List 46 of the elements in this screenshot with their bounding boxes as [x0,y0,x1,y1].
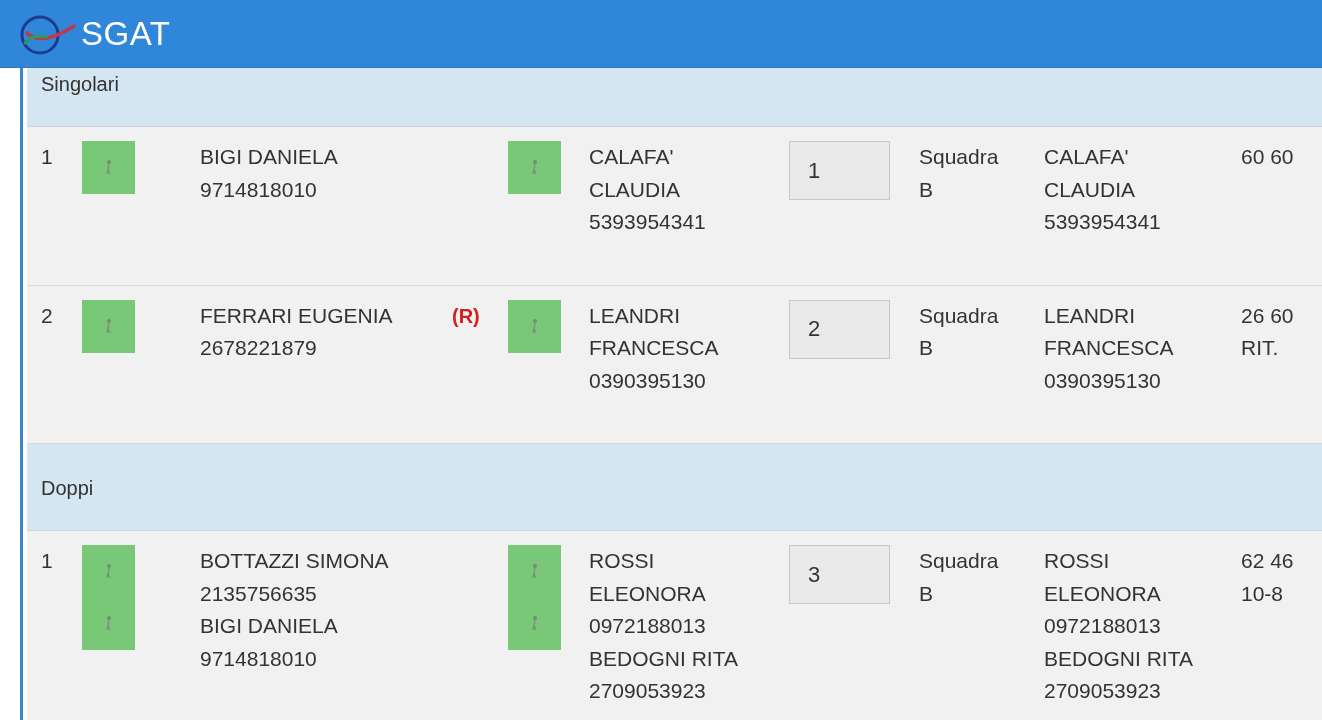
match-score: 62 46 10-8 [1241,548,1295,607]
match-number: 2 [41,302,53,329]
team-label: Squadra B [919,302,1000,361]
player-code: 2678221879 [200,335,317,361]
match-number: 1 [41,548,53,574]
section-title: Singolari [41,72,120,97]
player-code: 2709053923 [1044,678,1161,704]
app-title: SGAT [81,13,171,54]
team-label: Squadra B [919,548,1000,607]
player-icon [82,141,135,194]
player-icon [508,299,561,353]
order-input[interactable]: 1 [789,141,890,200]
player-code: 0390395130 [589,367,706,394]
player-name: ROSSI ELEONORA [1044,548,1162,607]
order-input[interactable]: 2 [789,299,890,359]
player-icon [82,299,135,353]
match-number: 1 [41,144,53,170]
player-code: 2135756635 [200,580,317,607]
player-code: 2709053923 [589,678,706,704]
player-code: 9714818010 [200,645,317,672]
player-name: CALAFA' CLAUDIA [589,144,682,203]
player-code: 0390395130 [1044,367,1161,394]
player-name: BIGI DANIELA [200,613,338,639]
player-code: 0972188013 [589,613,706,639]
player-code: 5393954341 [1044,209,1161,235]
player-icon [508,141,561,194]
team-label: Squadra B [919,144,1000,203]
order-input[interactable]: 3 [789,545,890,604]
retired-label: (R) [452,303,480,329]
player-name: BEDOGNI RITA [1044,645,1193,672]
player-icon [508,545,561,650]
player-code: 0972188013 [1044,613,1161,639]
player-name: CALAFA' CLAUDIA [1044,144,1137,203]
player-name: LEANDRI FRANCESCA [589,302,720,361]
player-code: 5393954341 [589,209,706,235]
player-code: 9714818010 [200,176,317,203]
player-icon [82,545,135,650]
player-name: ROSSI ELEONORA [589,548,707,607]
section-title: Doppi [41,476,95,501]
player-name: BOTTAZZI SIMONA [200,548,389,574]
match-score: 60 60 [1241,144,1294,170]
player-name: LEANDRI FRANCESCA [1044,302,1175,361]
player-name: BIGI DANIELA [200,144,338,170]
player-name: BEDOGNI RITA [589,645,738,672]
player-name: FERRARI EUGENIA [200,302,393,329]
match-score: 26 60 RIT. [1241,302,1295,361]
